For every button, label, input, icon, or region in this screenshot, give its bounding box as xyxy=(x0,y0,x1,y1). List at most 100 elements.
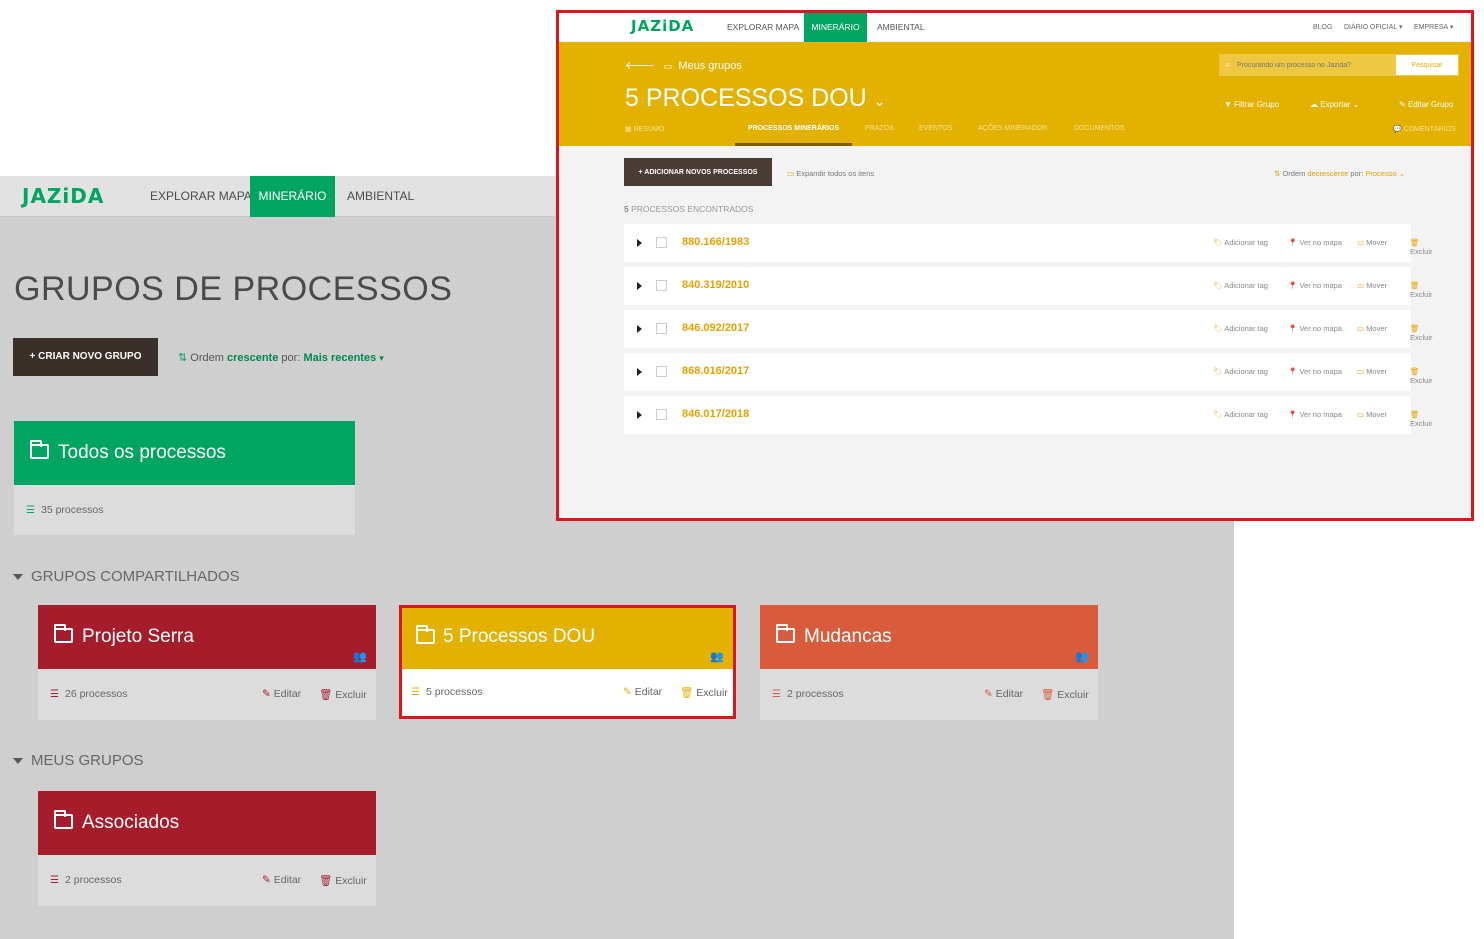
tab-eventos[interactable]: EVENTOS xyxy=(919,125,952,132)
sort-direction[interactable]: crescente xyxy=(227,352,278,364)
add-tag-button[interactable]: 🏷 Adicionar tag xyxy=(1213,324,1268,333)
process-number-link[interactable]: 840.319/2010 xyxy=(682,279,749,291)
expand-caret-icon[interactable] xyxy=(637,325,642,333)
chevron-down-icon: ⌄ xyxy=(1352,100,1360,109)
row-checkbox[interactable] xyxy=(656,280,667,291)
action-label: Editar Grupo xyxy=(1407,100,1454,109)
group-card-projeto-serra[interactable]: Projeto Serra 👥 ☰ 26 processos ✎ Editar … xyxy=(38,605,376,720)
process-row[interactable]: 846.017/2018 🏷 Adicionar tag 📍 Ver no mapa… xyxy=(624,396,1433,434)
tab-comentarios[interactable]: 💬 COMENTÁRIOS xyxy=(1393,125,1456,133)
back-to-groups-link[interactable]: 🡐 ▭ Meus grupos xyxy=(625,58,742,72)
row-checkbox[interactable] xyxy=(656,366,667,377)
group-card-header[interactable]: Associados xyxy=(38,791,376,855)
delete-button[interactable]: 🗑 Excluir xyxy=(1041,688,1089,701)
delete-button[interactable]: 🗑 Excluir xyxy=(1410,410,1433,428)
group-title-dropdown[interactable]: 5 PROCESSOS DOU ⌄ xyxy=(625,84,885,113)
delete-button[interactable]: 🗑 Excluir xyxy=(1410,367,1433,385)
jazida-logo[interactable]: JAZiDA xyxy=(22,184,104,208)
create-group-button[interactable]: + CRIAR NOVO GRUPO xyxy=(13,338,158,376)
group-title[interactable]: Projeto Serra xyxy=(82,626,194,648)
group-card-header[interactable]: Projeto Serra 👥 xyxy=(38,605,376,669)
view-on-map-button[interactable]: 📍 Ver no mapa xyxy=(1288,324,1342,333)
expand-caret-icon[interactable] xyxy=(637,239,642,247)
move-button[interactable]: ▭ Mover xyxy=(1357,324,1387,333)
expand-caret-icon[interactable] xyxy=(637,411,642,419)
row-checkbox[interactable] xyxy=(656,409,667,420)
delete-button[interactable]: 🗑 Excluir xyxy=(1410,324,1433,342)
edit-group-button[interactable]: ✎ Editar Grupo xyxy=(1399,100,1453,109)
nav-explorar-mapa[interactable]: EXPLORAR MAPA xyxy=(727,13,799,42)
row-checkbox[interactable] xyxy=(656,323,667,334)
add-tag-button[interactable]: 🏷 Adicionar tag xyxy=(1213,367,1268,376)
export-dropdown[interactable]: ☁ Exportar ⌄ xyxy=(1310,100,1359,109)
view-on-map-button[interactable]: 📍 Ver no mapa xyxy=(1288,367,1342,376)
nav-empresa[interactable]: EMPRESA ▾ xyxy=(1414,13,1453,42)
expand-caret-icon[interactable] xyxy=(637,368,642,376)
nav-ambiental[interactable]: AMBIENTAL xyxy=(877,13,925,42)
process-row[interactable]: 880.166/1983 🏷 Adicionar tag 📍 Ver no mapa… xyxy=(624,224,1433,262)
process-number-link[interactable]: 846.017/2018 xyxy=(682,408,749,420)
group-card-header[interactable]: Mudancas 👥 xyxy=(760,605,1098,669)
tab-acoes-minerador[interactable]: AÇÕES MINERADOR xyxy=(978,125,1047,132)
move-button[interactable]: ▭ Mover xyxy=(1357,410,1387,419)
nav-minerario[interactable]: MINERÁRIO xyxy=(804,13,867,42)
nav-minerario[interactable]: MINERÁRIO xyxy=(250,176,335,217)
view-on-map-button[interactable]: 📍 Ver no mapa xyxy=(1288,410,1342,419)
nav-blog[interactable]: BLOG xyxy=(1313,13,1332,42)
edit-button[interactable]: ✎ Editar xyxy=(262,688,301,700)
group-title[interactable]: Mudancas xyxy=(804,626,892,648)
delete-button[interactable]: 🗑 Excluir xyxy=(1410,281,1433,299)
tab-processos-minerarios[interactable]: PROCESSOS MINERÁRIOS xyxy=(748,125,839,132)
delete-button[interactable]: 🗑 Excluir xyxy=(1410,238,1433,256)
expand-caret-icon[interactable] xyxy=(637,282,642,290)
cloud-download-icon: ☁ xyxy=(1310,100,1318,109)
sort-order-control[interactable]: ⇅ Ordem crescente por: Mais recentes ▾ xyxy=(178,351,384,364)
jazida-logo[interactable]: JAZiDA xyxy=(631,17,694,35)
sort-by-value[interactable]: Processo xyxy=(1365,169,1396,178)
group-card-mudancas[interactable]: Mudancas 👥 ☰ 2 processos ✎ Editar 🗑 Excl… xyxy=(760,605,1098,720)
process-number-link[interactable]: 880.166/1983 xyxy=(682,236,749,248)
add-processes-button[interactable]: + ADICIONAR NOVOS PROCESSOS xyxy=(624,158,772,186)
nav-explorar-mapa[interactable]: EXPLORAR MAPA xyxy=(150,176,252,217)
process-number-link[interactable]: 868.016/2017 xyxy=(682,365,749,377)
process-row[interactable]: 868.016/2017 🏷 Adicionar tag 📍 Ver no mapa… xyxy=(624,353,1433,391)
search-input[interactable] xyxy=(1237,54,1395,76)
expand-icon: ▭ xyxy=(787,169,795,178)
process-number-link[interactable]: 846.092/2017 xyxy=(682,322,749,334)
view-on-map-button[interactable]: 📍 Ver no mapa xyxy=(1288,238,1342,247)
add-tag-button[interactable]: 🏷 Adicionar tag xyxy=(1213,238,1268,247)
nav-diario-oficial[interactable]: DIÁRIO OFICIAL ▾ xyxy=(1344,13,1403,42)
tab-prazos[interactable]: PRAZOS xyxy=(865,125,894,132)
add-tag-button[interactable]: 🏷 Adicionar tag xyxy=(1213,410,1268,419)
sort-by-value[interactable]: Mais recentes xyxy=(303,352,376,364)
sort-direction[interactable]: decrescente xyxy=(1307,169,1348,178)
search-button[interactable]: Pesquisar xyxy=(1396,55,1458,75)
sort-order-control[interactable]: ⇅ Ordem decrescente por: Processo ⌄ xyxy=(1274,169,1405,178)
group-card-all[interactable]: Todos os processos ☰ 35 processos xyxy=(14,421,355,535)
view-on-map-button[interactable]: 📍 Ver no mapa xyxy=(1288,281,1342,290)
move-button[interactable]: ▭ Mover xyxy=(1357,367,1387,376)
group-card-associados[interactable]: Associados ☰ 2 processos ✎ Editar 🗑 Excl… xyxy=(38,791,376,906)
delete-button[interactable]: 🗑 Excluir xyxy=(319,874,367,887)
section-shared-groups[interactable]: GRUPOS COMPARTILHADOS xyxy=(13,568,240,585)
expand-all-toggle[interactable]: ▭ Expandir todos os itens xyxy=(787,169,874,178)
group-title[interactable]: Associados xyxy=(82,812,179,834)
tab-resumo[interactable]: ▦ RESUMO xyxy=(625,125,664,133)
edit-button[interactable]: ✎ Editar xyxy=(984,688,1023,700)
process-row[interactable]: 846.092/2017 🏷 Adicionar tag 📍 Ver no mapa… xyxy=(624,310,1433,348)
group-card-header[interactable]: Todos os processos xyxy=(14,421,355,485)
group-title[interactable]: Todos os processos xyxy=(58,442,226,464)
delete-button[interactable]: 🗑 Excluir xyxy=(319,688,367,701)
move-button[interactable]: ▭ Mover xyxy=(1357,238,1387,247)
row-checkbox[interactable] xyxy=(656,237,667,248)
move-button[interactable]: ▭ Mover xyxy=(1357,281,1387,290)
filter-group-button[interactable]: ▼ Filtrar Grupo xyxy=(1224,100,1279,109)
nav-ambiental[interactable]: AMBIENTAL xyxy=(347,176,414,217)
edit-button[interactable]: ✎ Editar xyxy=(262,874,301,886)
section-my-groups[interactable]: MEUS GRUPOS xyxy=(13,752,144,769)
action-label: Adicionar tag xyxy=(1224,367,1268,376)
tab-documentos[interactable]: DOCUMENTOS xyxy=(1074,125,1124,132)
add-tag-button[interactable]: 🏷 Adicionar tag xyxy=(1213,281,1268,290)
process-row[interactable]: 840.319/2010 🏷 Adicionar tag 📍 Ver no mapa… xyxy=(624,267,1433,305)
nav-label: DIÁRIO OFICIAL xyxy=(1344,24,1398,31)
